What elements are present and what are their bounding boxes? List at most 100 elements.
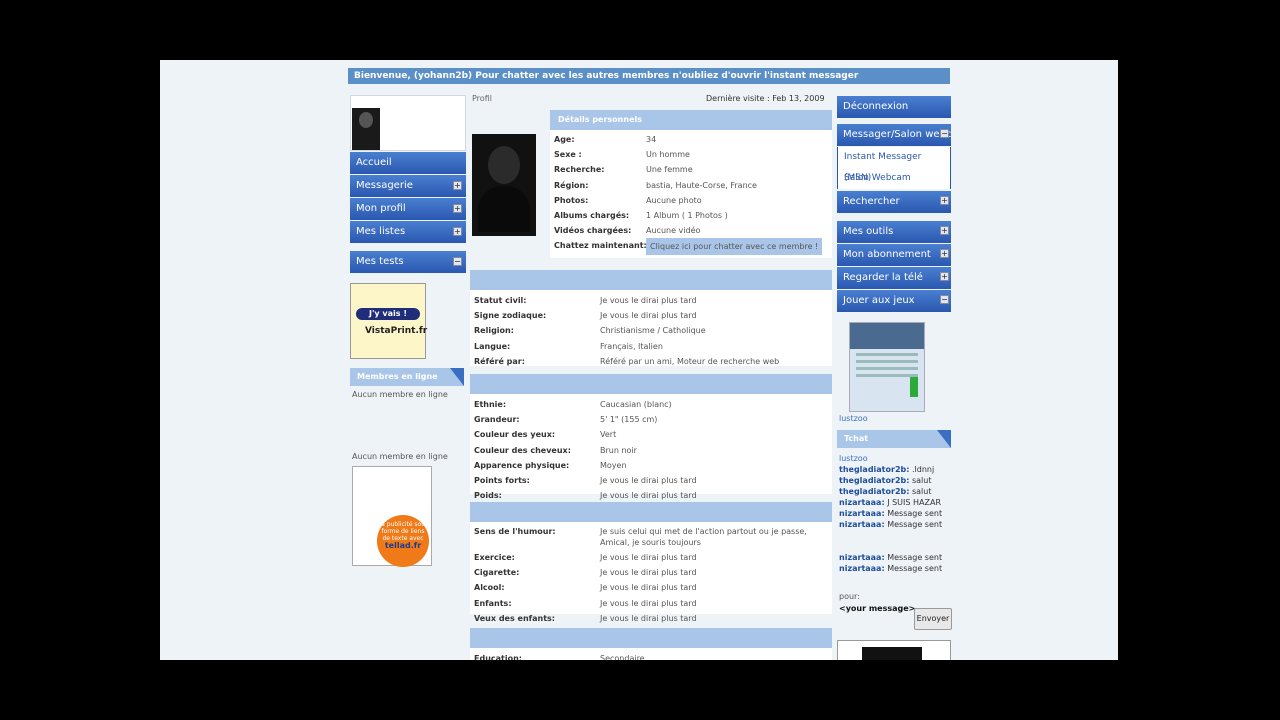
- tellad-ad[interactable]: La publicité sous forme de liens de text…: [352, 466, 432, 567]
- chat-username[interactable]: nizartaaa:: [839, 509, 885, 518]
- detail-row: Couleur des yeux: Vert: [470, 427, 832, 442]
- tchat-message-input[interactable]: <your message>: [839, 604, 915, 613]
- chat-username[interactable]: thegladiator2b:: [839, 487, 909, 496]
- nav-jeux[interactable]: Jouer aux jeux −: [837, 290, 951, 312]
- nav-abonnement[interactable]: Mon abonnement +: [837, 244, 951, 266]
- detail-row: Photos: Aucune photo: [550, 193, 832, 208]
- profile-photo[interactable]: [472, 134, 536, 236]
- nav-rechercher[interactable]: Rechercher +: [837, 191, 951, 213]
- browser-viewport: Bienvenue, (yohann2b) Pour chatter avec …: [160, 60, 1118, 660]
- tellad-badge: La publicité sous forme de liens de text…: [377, 515, 429, 567]
- detail-value: Français, Italien: [600, 341, 663, 351]
- chat-username[interactable]: nizartaaa:: [839, 553, 885, 562]
- detail-value: Je vous le dirai plus tard: [600, 568, 697, 578]
- detail-value: 34: [646, 135, 657, 144]
- detail-value: Je vous le dirai plus tard: [600, 491, 697, 501]
- detail-value: 5' 1" (155 cm): [600, 415, 658, 425]
- expand-icon[interactable]: +: [453, 204, 462, 213]
- detail-value: Caucasian (blanc): [600, 400, 672, 409]
- detail-key: Grandeur:: [474, 415, 520, 425]
- detail-value: Un homme: [646, 150, 690, 160]
- detail-key: Recherche:: [554, 165, 605, 175]
- nav-mes-listes[interactable]: Mes listes +: [350, 221, 466, 243]
- link-instant-messager[interactable]: Instant Messager (MSN): [837, 147, 951, 183]
- chat-username[interactable]: nizartaaa:: [839, 564, 885, 573]
- chat-text: Message sent: [884, 520, 943, 529]
- expand-icon[interactable]: +: [940, 272, 949, 281]
- expand-icon[interactable]: +: [453, 227, 462, 236]
- chat-username[interactable]: nizartaaa:: [839, 520, 885, 529]
- detail-key: Couleur des cheveux:: [474, 445, 571, 455]
- nav-mes-tests[interactable]: Mes tests −: [350, 251, 466, 273]
- detail-row: Education: Secondaire: [470, 651, 832, 660]
- send-button[interactable]: Envoyer: [914, 608, 952, 630]
- expand-icon[interactable]: +: [940, 196, 949, 205]
- tchat-user-link[interactable]: lustzoo: [839, 414, 868, 423]
- detail-value: Vert: [600, 430, 617, 440]
- detail-key: Statut civil:: [474, 296, 527, 305]
- expand-icon[interactable]: +: [940, 249, 949, 258]
- welcome-banner: Bienvenue, (yohann2b) Pour chatter avec …: [348, 68, 950, 84]
- game-thumbnail[interactable]: [849, 322, 925, 412]
- detail-value: Je vous le dirai plus tard: [600, 583, 697, 593]
- detail-row: Age: 34: [550, 132, 832, 147]
- detail-key: Sens de l'humour:: [474, 527, 556, 536]
- ad-go-button[interactable]: J'y vais !: [356, 308, 420, 320]
- detail-value: Une femme: [646, 165, 693, 175]
- chat-username[interactable]: nizartaaa:: [839, 498, 885, 507]
- nav-mon-profil[interactable]: Mon profil +: [350, 198, 466, 220]
- left-column: Accueil Messagerie + Mon profil + Mes list…: [350, 95, 466, 273]
- logout-button[interactable]: Déconnexion: [837, 96, 951, 118]
- vistaprint-ad[interactable]: J'y vais ! VistaPrint.fr: [350, 283, 427, 359]
- detail-key: Exercice:: [474, 553, 515, 562]
- nav-mes-outils[interactable]: Mes outils +: [837, 221, 951, 243]
- tchat-log: lustzoo thegladiator2b: .ldnnj thegladiat…: [839, 453, 949, 574]
- detail-row: Veux des enfants: Je vous le dirai plus t…: [470, 611, 832, 626]
- detail-value: Moyen: [600, 460, 627, 470]
- detail-key: Age:: [554, 135, 575, 144]
- detail-row: Référé par: Référé par un ami, Moteur de …: [470, 354, 832, 369]
- collapse-icon[interactable]: −: [940, 295, 949, 304]
- detail-key: Région:: [554, 180, 589, 190]
- detail-row: Points forts: Je vous le dirai plus tard: [470, 473, 832, 488]
- nav-messager[interactable]: Messager/Salon webcam−: [837, 124, 951, 146]
- bottom-widget: [837, 640, 951, 660]
- detail-row: Sexe : Un homme: [550, 147, 832, 162]
- chat-now-button[interactable]: Cliquez ici pour chatter avec ce membre …: [646, 238, 823, 256]
- detail-key: Points forts:: [474, 475, 530, 485]
- chat-message: nizartaaa: Message sent: [839, 552, 949, 563]
- link-salon-webcam[interactable]: Salon Webcam: [837, 168, 951, 189]
- collapse-icon[interactable]: −: [453, 257, 462, 266]
- detail-key: Alcool:: [474, 583, 505, 593]
- detail-row: Vidéos chargées: Aucune vidéo: [550, 223, 832, 238]
- collapse-icon[interactable]: −: [940, 129, 949, 138]
- detail-row: Apparence physique: Moyen: [470, 458, 832, 473]
- user-avatar[interactable]: [350, 95, 466, 151]
- detail-row: Recherche: Une femme: [550, 162, 832, 177]
- personal-details: Détails personnels Age: 34 Sexe : Un homme R…: [550, 110, 832, 258]
- chat-message: nizartaaa: Message sent: [839, 508, 949, 519]
- detail-row: Sens de l'humour: Je suis celui qui met d…: [470, 524, 832, 550]
- expand-icon[interactable]: +: [453, 181, 462, 190]
- detail-row: Signe zodiaque: Je vous le dirai plus tar…: [470, 308, 832, 323]
- detail-row: Ethnie: Caucasian (blanc): [470, 397, 832, 412]
- personal-details-header: Détails personnels: [550, 110, 832, 130]
- detail-key: Ethnie:: [474, 400, 507, 409]
- section-appearance: Ethnie: Caucasian (blanc) Grandeur: 5' 1" (…: [470, 374, 832, 500]
- chat-message: thegladiator2b: salut: [839, 475, 949, 486]
- nav-accueil[interactable]: Accueil: [350, 152, 466, 174]
- members-empty-text: Aucun membre en ligne: [352, 452, 448, 461]
- album-link[interactable]: 1 Album ( 1 Photos ): [646, 208, 728, 223]
- nav-messagerie[interactable]: Messagerie +: [350, 175, 466, 197]
- chat-message: nizartaaa: J SUIS HAZAR: [839, 497, 949, 508]
- detail-key: Chattez maintenant:: [554, 241, 647, 251]
- expand-icon[interactable]: +: [940, 226, 949, 235]
- arrow-up-icon: [910, 377, 918, 397]
- chat-message: nizartaaa: Message sent: [839, 519, 949, 530]
- chat-username[interactable]: thegladiator2b:: [839, 476, 909, 485]
- chat-username[interactable]: thegladiator2b:: [839, 465, 909, 474]
- nav-tele[interactable]: Regarder la télé +: [837, 267, 951, 289]
- detail-key: Religion:: [474, 326, 514, 336]
- detail-key: Enfants:: [474, 598, 512, 608]
- chat-text: Message sent: [884, 564, 943, 573]
